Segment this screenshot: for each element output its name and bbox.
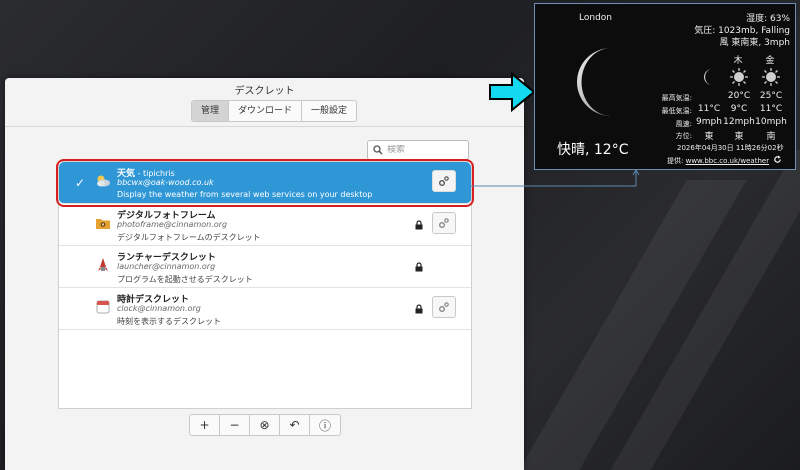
- connector-line: [470, 170, 640, 187]
- configure-button[interactable]: [432, 296, 456, 318]
- credit-link[interactable]: www.bbc.co.uk/weather: [686, 157, 770, 165]
- check-icon: ✓: [75, 176, 86, 190]
- tab-general-settings[interactable]: 一般設定: [302, 101, 356, 121]
- desklet-description: プログラムを起動させるデスクレット: [117, 275, 253, 284]
- tab-manage[interactable]: 管理: [192, 101, 230, 121]
- calendar-icon: [96, 300, 110, 314]
- tab-bar: 管理 ダウンロード 一般設定: [191, 100, 358, 122]
- wind-direction: 南: [766, 132, 776, 142]
- wind-speed: 10mph: [755, 117, 787, 127]
- tab-download[interactable]: ダウンロード: [229, 101, 303, 121]
- sun-icon: [762, 68, 780, 86]
- list-toolbar: + − ⊗ ↶ ⓘ: [189, 414, 341, 436]
- titlebar: デスクレット –: [5, 78, 524, 98]
- desklet-author: - tipichris: [135, 169, 175, 178]
- high-temp: 25°C: [759, 91, 783, 101]
- search-icon: [373, 145, 383, 155]
- forecast-day: 木: [733, 56, 743, 66]
- high-temp: 20°C: [727, 91, 751, 101]
- folder-photo-icon: [96, 219, 110, 229]
- arrow-annotation: [489, 71, 536, 113]
- search-input[interactable]: [387, 145, 467, 155]
- wind-speed: 9mph: [696, 117, 722, 127]
- launcher-icon: [98, 258, 108, 271]
- wind: 風 東南東, 3mph: [719, 38, 791, 48]
- weather-desklet[interactable]: London 快晴, 12°C 湿度: 63% 気圧: 1023mb, Fall…: [534, 3, 796, 170]
- desklet-description: 時刻を表示するデスクレット: [117, 317, 221, 326]
- list-item-clock[interactable]: 時計デスクレット clock@cinnamon.org 時刻を表示するデスクレッ…: [59, 288, 471, 330]
- credit-label: 提供:: [667, 157, 686, 165]
- lock-icon: [415, 262, 423, 272]
- label-wind: 風速:: [675, 120, 692, 128]
- wind-speed: 12mph: [723, 117, 755, 127]
- info-button[interactable]: ⓘ: [310, 415, 340, 435]
- desklet-uuid: photoframe@cinnamon.org: [117, 220, 228, 229]
- desklet-description: デジタルフォトフレームのデスクレット: [117, 233, 261, 242]
- add-button[interactable]: +: [190, 415, 220, 435]
- weather-icon: [97, 175, 110, 187]
- forecast-day: 金: [765, 56, 775, 66]
- list-item-photoframe[interactable]: デジタルフォトフレーム photoframe@cinnamon.org デジタル…: [59, 204, 471, 246]
- low-temp: 11°C: [697, 104, 721, 114]
- desklets-window: デスクレット – 管理 ダウンロード 一般設定 ✓ 天気 - tipichris…: [5, 78, 524, 470]
- wind-direction: 東: [704, 132, 714, 142]
- desklet-uuid: clock@cinnamon.org: [117, 304, 201, 313]
- label-high: 最高気温:: [661, 94, 692, 102]
- configure-button[interactable]: [432, 170, 456, 192]
- lock-icon: [415, 220, 423, 230]
- city-name: London: [579, 13, 612, 23]
- desklet-uuid: bbcwx@oak-wood.co.uk: [117, 178, 214, 187]
- desklet-uuid: launcher@cinnamon.org: [117, 262, 216, 271]
- gear-icon: [439, 176, 449, 186]
- clear-button[interactable]: ⊗: [250, 415, 280, 435]
- configure-button[interactable]: [432, 212, 456, 234]
- lock-icon: [415, 304, 423, 314]
- header-divider: [5, 126, 524, 127]
- window-title: デスクレット: [234, 86, 295, 97]
- remove-button[interactable]: −: [220, 415, 250, 435]
- sun-icon: [730, 68, 748, 86]
- humidity: 湿度: 63%: [746, 14, 790, 24]
- weather-info: 湿度: 63% 気圧: 1023mb, Falling 風 東南東, 3mph: [665, 13, 790, 49]
- pressure: 気圧: 1023mb, Falling: [694, 26, 790, 36]
- search-box[interactable]: [367, 140, 469, 160]
- list-item-launcher[interactable]: ランチャーデスクレット launcher@cinnamon.org プログラムを…: [59, 246, 471, 288]
- low-temp: 11°C: [759, 104, 783, 114]
- gear-icon: [439, 218, 449, 228]
- desklet-description: Display the weather from several web ser…: [117, 190, 373, 199]
- low-temp: 9°C: [730, 104, 748, 114]
- label-low: 最低気温:: [661, 107, 692, 115]
- wind-direction: 東: [734, 132, 744, 142]
- updated-timestamp: 2026年04月30日 11時26分02秒: [677, 144, 784, 152]
- current-condition: 快晴, 12°C: [557, 142, 629, 158]
- refresh-icon[interactable]: [773, 155, 782, 164]
- moon-small-icon: [704, 69, 712, 85]
- undo-button[interactable]: ↶: [280, 415, 310, 435]
- credit: 提供: www.bbc.co.uk/weather: [667, 155, 782, 166]
- desklet-list: ✓ 天気 - tipichris bbcwx@oak-wood.co.uk Di…: [56, 159, 474, 409]
- gear-icon: [439, 302, 449, 312]
- list-item-weather[interactable]: ✓ 天気 - tipichris bbcwx@oak-wood.co.uk Di…: [56, 159, 474, 207]
- label-direction: 方位:: [675, 132, 692, 140]
- moon-icon: [577, 48, 611, 116]
